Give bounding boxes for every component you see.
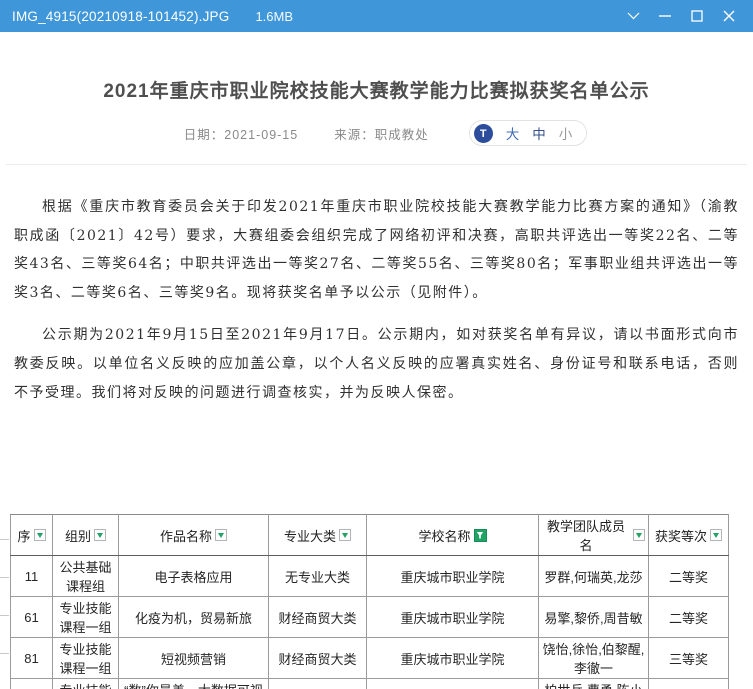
- article-date: 日期：2021-09-15: [183, 127, 299, 142]
- page-title: 2021年重庆市职业院校技能大赛教学能力比赛拟获奖名单公示: [103, 81, 650, 102]
- cell-major-category: 财经商贸大类: [268, 596, 367, 638]
- header-group: 组别: [52, 514, 119, 556]
- cell-work-title: 短视频营销: [118, 637, 269, 679]
- font-size-small-button[interactable]: 小: [559, 123, 573, 143]
- table-row: 115 专业技能课程二组 “数”你最美—大数据可视化 电子与信息大类 重庆城市职…: [10, 678, 729, 689]
- cell-work-title: 化疫为机，贸易新旅: [118, 596, 269, 638]
- cell-work-title: “数”你最美—大数据可视化: [118, 678, 269, 689]
- chevron-down-icon[interactable]: [619, 3, 647, 29]
- filter-dropdown-icon[interactable]: [215, 529, 227, 541]
- filter-dropdown-icon[interactable]: [710, 529, 722, 541]
- font-size-large-button[interactable]: 大: [506, 123, 520, 143]
- body-paragraph-1: 根据《重庆市教育委员会关于印发2021年重庆市职业院校技能大赛教学能力比赛方案的…: [14, 199, 739, 301]
- award-table-container: 序 组别 作品名称 专业大类 学校名称 教学团队成员名 获奖等次 11 公共基础…: [0, 514, 729, 689]
- active-filter-icon[interactable]: [473, 528, 487, 542]
- cell-school: 重庆城市职业学院: [366, 678, 539, 689]
- filter-dropdown-icon[interactable]: [94, 529, 106, 541]
- cell-team-members: 易擎,黎侨,周昔敏: [538, 596, 649, 638]
- window-title: IMG_4915(20210918-101452).JPG: [12, 8, 230, 24]
- cell-seq: 11: [10, 555, 53, 597]
- cell-school: 重庆城市职业学院: [366, 555, 539, 597]
- header-award-level: 获奖等次: [648, 514, 729, 556]
- article-source: 来源：职成教处: [334, 127, 429, 142]
- table-row: 11 公共基础课程组 电子表格应用 无专业大类 重庆城市职业学院 罗群,何瑞英,…: [10, 555, 729, 597]
- cell-team-members: 罗群,何瑞英,龙莎: [538, 555, 649, 597]
- minimize-icon[interactable]: [651, 3, 679, 29]
- cell-school: 重庆城市职业学院: [366, 596, 539, 638]
- cell-team-members: 柏世兵,曹勇,陈小莉,阳擎: [538, 678, 649, 689]
- filter-dropdown-icon[interactable]: [33, 529, 46, 541]
- header-major-category: 专业大类: [268, 514, 367, 556]
- article-meta-row: 日期：2021-09-15 来源：职成教处 T 大 中 小: [0, 120, 753, 146]
- cell-group: 专业技能课程一组: [52, 596, 119, 638]
- table-left-gutter: [0, 514, 9, 689]
- close-icon[interactable]: [715, 3, 743, 29]
- file-size-label: 1.6MB: [255, 8, 294, 24]
- filter-dropdown-icon[interactable]: [339, 529, 351, 541]
- cell-seq: 115: [10, 678, 53, 689]
- cell-school: 重庆城市职业学院: [366, 637, 539, 679]
- cell-award-level: 三等奖: [648, 637, 729, 679]
- header-seq: 序: [10, 514, 53, 556]
- cell-seq: 81: [10, 637, 53, 679]
- cell-work-title: 电子表格应用: [118, 555, 269, 597]
- cell-group: 专业技能课程一组: [52, 637, 119, 679]
- font-size-widget: T 大 中 小: [468, 120, 588, 146]
- table-header-row: 序 组别 作品名称 专业大类 学校名称 教学团队成员名 获奖等次: [10, 514, 729, 556]
- cell-seq: 61: [10, 596, 53, 638]
- table-row: 61 专业技能课程一组 化疫为机，贸易新旅 财经商贸大类 重庆城市职业学院 易擎…: [10, 596, 729, 638]
- cell-major-category: 电子与信息大类: [268, 678, 367, 689]
- body-paragraph-2: 公示期为2021年9月15日至2021年9月17日。公示期内，如对获奖名单有异议…: [14, 327, 739, 401]
- font-size-icon: T: [473, 123, 493, 143]
- window-titlebar: IMG_4915(20210918-101452).JPG 1.6MB: [0, 0, 753, 32]
- header-school: 学校名称: [366, 514, 539, 556]
- maximize-icon[interactable]: [683, 3, 711, 29]
- header-work-title: 作品名称: [118, 514, 269, 556]
- meta-divider: [6, 164, 747, 165]
- document-viewport: 2021年重庆市职业院校技能大赛教学能力比赛拟获奖名单公示 日期：2021-09…: [0, 76, 753, 689]
- cell-award-level: 三等奖: [648, 678, 729, 689]
- cell-award-level: 二等奖: [648, 596, 729, 638]
- font-size-medium-button[interactable]: 中: [532, 123, 546, 143]
- award-table: 序 组别 作品名称 专业大类 学校名称 教学团队成员名 获奖等次 11 公共基础…: [10, 514, 729, 689]
- cell-group: 公共基础课程组: [52, 555, 119, 597]
- cell-award-level: 二等奖: [648, 555, 729, 597]
- header-team-members: 教学团队成员名: [538, 514, 649, 556]
- table-row: 81 专业技能课程一组 短视频营销 财经商贸大类 重庆城市职业学院 饶怡,徐怡,…: [10, 637, 729, 679]
- cell-group: 专业技能课程二组: [52, 678, 119, 689]
- cell-major-category: 财经商贸大类: [268, 637, 367, 679]
- cell-major-category: 无专业大类: [268, 555, 367, 597]
- filter-dropdown-icon[interactable]: [633, 529, 645, 541]
- cell-team-members: 饶怡,徐怡,伯黎醒,李徹一: [538, 637, 649, 679]
